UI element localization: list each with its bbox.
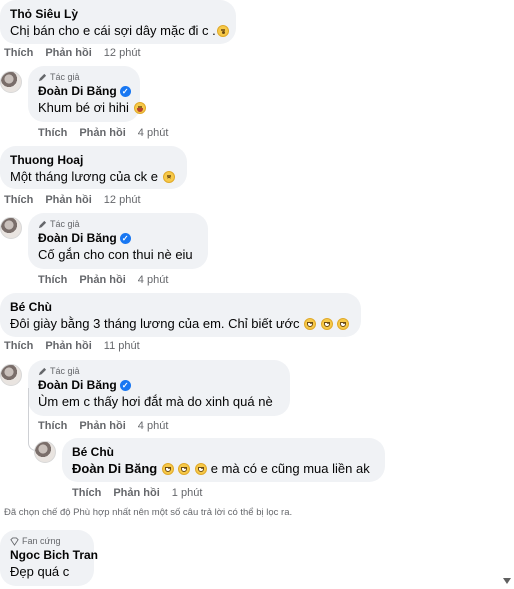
author-label: Tác giả: [50, 366, 80, 376]
timestamp[interactable]: 4 phút: [138, 274, 169, 286]
emoji-icon: [195, 463, 208, 475]
avatar[interactable]: [0, 217, 22, 239]
like-button[interactable]: Thích: [4, 340, 33, 352]
author-badge: Tác giả: [38, 218, 198, 230]
timestamp[interactable]: 12 phút: [104, 47, 141, 59]
emoji-icon: [337, 318, 350, 330]
reply-button[interactable]: Phản hồi: [45, 340, 91, 352]
pen-icon: [38, 367, 47, 375]
comment-bubble: Tác giả Đoàn Di Băng ✓ Ùm em c thấy hơi đ…: [28, 360, 290, 416]
mention-link[interactable]: Đoàn Di Băng: [72, 461, 157, 476]
comment-actions: Thích Phản hồi 11 phút: [4, 340, 140, 352]
timestamp[interactable]: 4 phút: [138, 420, 169, 432]
comment-text: Chị bán cho e cái sợi dây mặc đi c .: [10, 22, 229, 40]
reply-button[interactable]: Phản hồi: [113, 487, 159, 499]
emoji-icon: [161, 463, 174, 475]
fan-label: Fan cứng: [22, 536, 61, 546]
comment-text: Đẹp quá c: [10, 564, 70, 579]
avatar[interactable]: [0, 71, 22, 93]
comment-actions: Thích Phản hồi 12 phút: [4, 47, 141, 59]
emoji-icon: [162, 171, 175, 183]
comment-actions: Thích Phản hồi 12 phút: [4, 194, 141, 206]
emoji-icon: [216, 25, 229, 37]
author-badge: Tác giả: [38, 365, 280, 377]
timestamp[interactable]: 12 phút: [104, 194, 141, 206]
comment-text: Đôi giày bằng 3 tháng lương của em. Chỉ …: [10, 315, 351, 333]
like-button[interactable]: Thích: [4, 47, 33, 59]
comment-actions: Thích Phản hồi 1 phút: [72, 487, 202, 499]
comment-actions: Thích Phản hồi 4 phút: [38, 274, 168, 286]
commenter-name[interactable]: Ngoc Bich Tran: [10, 547, 98, 563]
comment-bubble: Fan cứng Ngoc Bich Tran Đẹp quá c: [0, 530, 98, 586]
pen-icon: [38, 73, 47, 81]
reply-button[interactable]: Phản hồi: [79, 274, 125, 286]
avatar[interactable]: [0, 364, 22, 386]
reply-button[interactable]: Phản hồi: [79, 127, 125, 139]
comment-text: Khum bé ơi hihi: [38, 99, 146, 117]
scroll-down-arrow-icon[interactable]: [503, 578, 511, 584]
avatar[interactable]: [34, 441, 56, 463]
diamond-icon: [10, 536, 19, 546]
like-button[interactable]: Thích: [38, 127, 67, 139]
comment-bubble: Thuong Hoaj Một tháng lương của ck e: [0, 146, 187, 189]
comment-bubble: Thỏ Siêu Lỳ Chị bán cho e cái sợi dây mặ…: [0, 0, 236, 44]
comment-bubble: Tác giả Đoàn Di Băng ✓ Khum bé ơi hihi: [28, 66, 146, 122]
like-button[interactable]: Thích: [4, 194, 33, 206]
timestamp[interactable]: 4 phút: [138, 127, 169, 139]
verified-icon: ✓: [119, 86, 131, 98]
verified-icon: ✓: [119, 233, 131, 245]
pen-icon: [38, 220, 47, 228]
filter-notice: Đã chọn chế độ Phù hợp nhất nên một số c…: [4, 507, 293, 518]
reply-button[interactable]: Phản hồi: [45, 47, 91, 59]
author-label: Tác giả: [50, 72, 80, 82]
commenter-name[interactable]: Bé Chù: [10, 299, 351, 315]
author-badge: Tác giả: [38, 71, 130, 83]
comment-bubble: Bé Chù Đoàn Di Băng e mà có e cũng mua l…: [62, 438, 385, 482]
commenter-name[interactable]: Thuong Hoaj: [10, 152, 177, 168]
comment-text: Ùm em c thấy hơi đắt mà do xinh quá nè: [38, 394, 273, 409]
author-label: Tác giả: [50, 219, 80, 229]
commenter-name[interactable]: Thỏ Siêu Lỳ: [10, 6, 226, 22]
comment-actions: Thích Phản hồi 4 phút: [38, 420, 168, 432]
comment-actions: Thích Phản hồi 4 phút: [38, 127, 168, 139]
reply-button[interactable]: Phản hồi: [79, 420, 125, 432]
fan-badge: Fan cứng: [10, 535, 84, 547]
comment-text: Một tháng lương của ck e: [10, 168, 177, 186]
commenter-name[interactable]: Bé Chù: [72, 444, 375, 460]
verified-icon: ✓: [119, 380, 131, 392]
commenter-name[interactable]: Đoàn Di Băng: [38, 231, 117, 245]
emoji-icon: [178, 463, 191, 475]
comment-bubble: Tác giả Đoàn Di Băng ✓ Cố gắn cho con thu…: [28, 213, 208, 269]
emoji-icon: [304, 318, 317, 330]
emoji-icon: [133, 102, 146, 114]
reply-button[interactable]: Phản hồi: [45, 194, 91, 206]
commenter-name[interactable]: Đoàn Di Băng: [38, 84, 117, 98]
comment-bubble: Bé Chù Đôi giày bằng 3 tháng lương của e…: [0, 293, 361, 337]
timestamp[interactable]: 1 phút: [172, 487, 203, 499]
emoji-icon: [320, 318, 333, 330]
comment-text: Cố gắn cho con thui nè eiu: [38, 247, 193, 262]
like-button[interactable]: Thích: [72, 487, 101, 499]
comment-text: Đoàn Di Băng e mà có e cũng mua liền ak: [72, 461, 370, 476]
like-button[interactable]: Thích: [38, 274, 67, 286]
timestamp[interactable]: 11 phút: [104, 340, 140, 352]
